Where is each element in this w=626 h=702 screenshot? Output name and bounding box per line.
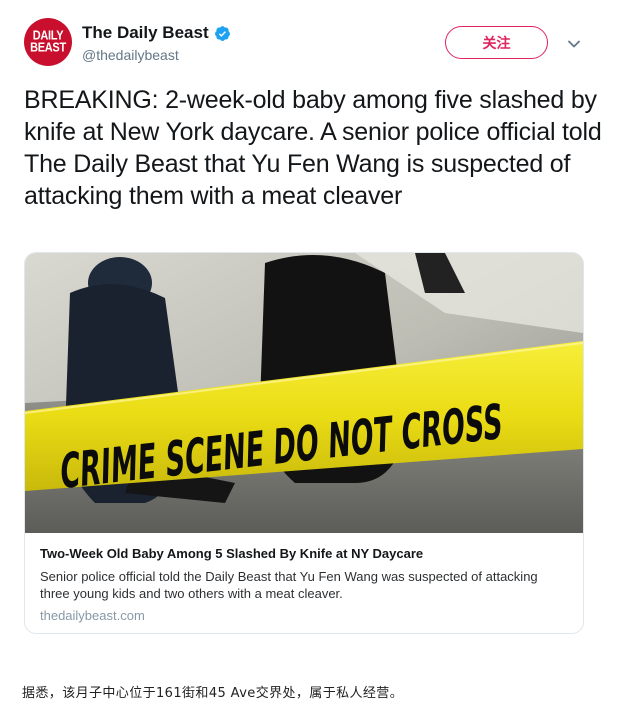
account-info: The Daily Beast @thedailybeast — [82, 22, 231, 63]
chevron-down-icon[interactable] — [566, 36, 582, 52]
follow-button[interactable]: 关注 — [445, 26, 548, 59]
avatar-text-line2: BEAST — [30, 41, 66, 55]
account-handle[interactable]: @thedailybeast — [82, 47, 231, 63]
card-domain[interactable]: thedailybeast.com — [40, 608, 570, 623]
display-name-row[interactable]: The Daily Beast — [82, 22, 231, 44]
avatar[interactable]: DAILY BEAST — [24, 18, 72, 66]
tweet-text: BREAKING: 2-week-old baby among five sla… — [24, 86, 602, 210]
card-description: Senior police official told the Daily Be… — [40, 569, 538, 601]
link-card[interactable]: CRIME SCENE DO NOT CROSS Two-Week Old Ba… — [24, 252, 584, 634]
card-image[interactable]: CRIME SCENE DO NOT CROSS — [25, 253, 583, 533]
verified-badge-icon — [214, 25, 230, 41]
tweet-container: DAILY BEAST The Daily Beast @thedailybea… — [0, 0, 626, 650]
caption-text: 据悉，该月子中心位于161街和45 Ave交界处，属于私人经营。 — [22, 686, 404, 701]
card-body[interactable]: Two-Week Old Baby Among 5 Slashed By Kni… — [40, 545, 570, 623]
card-title[interactable]: Two-Week Old Baby Among 5 Slashed By Kni… — [40, 545, 570, 563]
display-name[interactable]: The Daily Beast — [82, 23, 209, 43]
